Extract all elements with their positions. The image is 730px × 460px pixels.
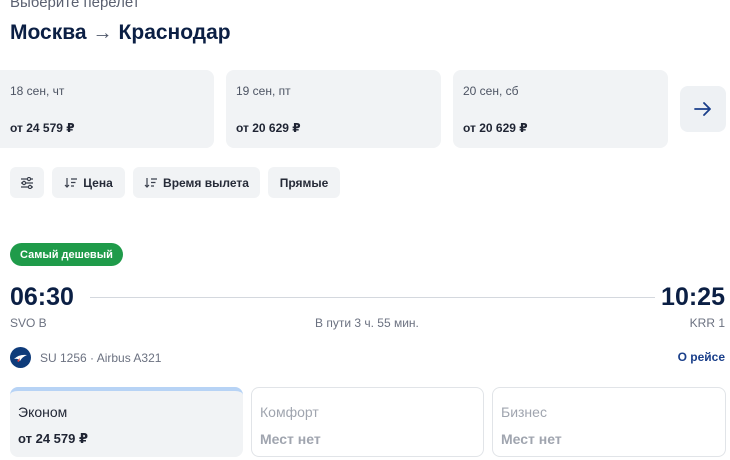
route-title: Москва → Краснодар [10, 21, 231, 45]
sort-price-button[interactable]: Цена [52, 167, 125, 198]
date-label: 19 сен, пт [236, 84, 291, 98]
fare-name: Комфорт [260, 404, 319, 420]
about-flight-link[interactable]: О рейсе [678, 350, 725, 364]
origin-city: Москва [10, 21, 87, 45]
date-card-2[interactable]: 20 сен, сб от 20 629 ₽ [453, 70, 668, 148]
page-subtitle: Выберите перелет [10, 0, 140, 11]
destination-city: Краснодар [119, 21, 231, 45]
fare-name: Эконом [18, 404, 67, 420]
date-label: 18 сен, чт [10, 84, 64, 98]
aeroflot-logo-icon [10, 347, 31, 368]
cheapest-badge: Самый дешевый [10, 243, 123, 266]
route-line [90, 297, 655, 298]
fare-availability: Мест нет [501, 431, 562, 447]
date-label: 20 сен, сб [463, 84, 519, 98]
fare-comfort[interactable]: Комфорт Мест нет [251, 387, 484, 457]
flight-number-aircraft: SU 1256 · Airbus A321 [40, 351, 161, 365]
fare-price: от 24 579 ₽ [18, 431, 88, 447]
fare-name: Бизнес [501, 404, 547, 420]
fare-economy[interactable]: Эконом от 24 579 ₽ [10, 387, 243, 457]
departure-time: 06:30 [10, 283, 74, 312]
route-arrow-icon: → [93, 22, 113, 45]
sort-icon [144, 177, 158, 188]
sort-departure-label: Время вылета [163, 176, 249, 190]
sort-icon [64, 177, 78, 188]
date-card-0[interactable]: 18 сен, чт от 24 579 ₽ [0, 70, 214, 148]
arrival-time: 10:25 [661, 283, 725, 312]
sort-departure-button[interactable]: Время вылета [133, 167, 260, 198]
direct-flights-label: Прямые [280, 176, 329, 190]
arrival-airport: KRR 1 [690, 316, 725, 330]
fare-business[interactable]: Бизнес Мест нет [492, 387, 726, 457]
date-card-1[interactable]: 19 сен, пт от 20 629 ₽ [226, 70, 441, 148]
sort-price-label: Цена [83, 176, 113, 190]
sliders-icon [20, 177, 34, 189]
date-price: от 24 579 ₽ [10, 121, 75, 135]
next-dates-button[interactable] [680, 86, 726, 132]
arrow-right-icon [694, 102, 712, 116]
departure-airport: SVO B [10, 316, 47, 330]
date-price: от 20 629 ₽ [463, 121, 528, 135]
filter-settings-button[interactable] [10, 167, 44, 198]
direct-flights-button[interactable]: Прямые [268, 167, 340, 198]
flight-duration: В пути 3 ч. 55 мин. [315, 316, 419, 330]
fare-availability: Мест нет [260, 431, 321, 447]
date-price: от 20 629 ₽ [236, 121, 301, 135]
